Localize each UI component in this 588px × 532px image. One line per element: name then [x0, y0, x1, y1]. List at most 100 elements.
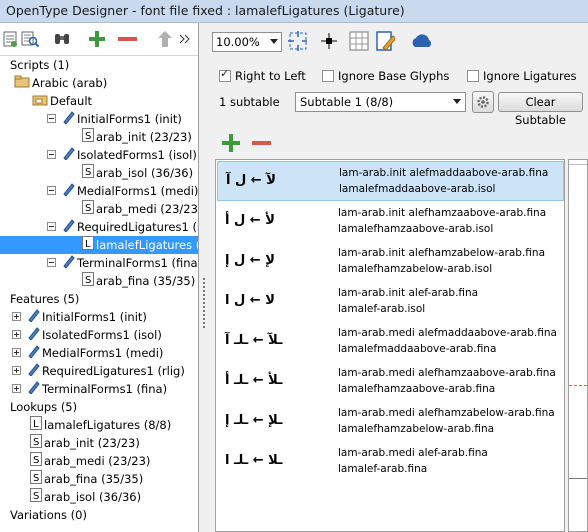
editor-toolbar: 10.00%: [199, 23, 588, 61]
tree-node-feature[interactable]: MedialForms1 (medi): [47, 182, 198, 200]
single-lookup-icon: S: [30, 488, 42, 507]
language-folder-icon: [32, 92, 48, 111]
ligature-lookup-icon: L: [30, 416, 42, 435]
chevron-down-icon: [453, 99, 461, 104]
tree-node-lookup[interactable]: Sarab_init (23/23): [82, 128, 192, 146]
tree-node-features[interactable]: Features (5): [0, 290, 79, 308]
expand-toggle[interactable]: [12, 330, 21, 339]
tree-node-variations[interactable]: Variations (0): [0, 506, 87, 524]
preview-icon[interactable]: [0, 29, 20, 49]
list-item[interactable]: ـلا ← ـلـ ا lam-arab.medi alef-arab.fina…: [217, 442, 564, 482]
tree-node-lookup[interactable]: Sarab_fina (35/35): [30, 470, 143, 488]
inspect-icon[interactable]: [20, 29, 40, 49]
grid-view-icon[interactable]: [349, 31, 369, 51]
tree-node-feature[interactable]: IsolatedForms1 (isol): [47, 146, 197, 164]
list-item[interactable]: ـلأ ← ـلـ أ lam-arab.medi alefhamzaabove…: [217, 362, 564, 402]
clear-subtable-button[interactable]: Clear Subtable: [498, 92, 583, 127]
tree-node-feature[interactable]: RequiredLigatures1 (r: [47, 218, 198, 236]
remove-icon[interactable]: [117, 29, 137, 49]
single-lookup-icon: S: [82, 128, 94, 147]
tree-node-feature[interactable]: TerminalForms1 (fina): [12, 380, 167, 398]
tree-node-lookup[interactable]: Sarab_fina (35/35): [82, 272, 195, 290]
rule-output-glyph: lamalef-arab.isol: [338, 303, 426, 315]
fit-view-icon[interactable]: [287, 31, 307, 51]
collapse-toggle[interactable]: [47, 258, 56, 267]
tree-node-lookup[interactable]: Sarab_init (23/23): [30, 434, 140, 452]
edit-document-icon[interactable]: [375, 31, 395, 51]
rule-output-glyph: lamalef-arab.fina: [338, 463, 428, 475]
tree-node-lookup[interactable]: Sarab_isol (36/36): [82, 164, 193, 182]
rule-output-glyph: lamalefmaddaabove-arab.fina: [338, 343, 497, 355]
checkbox-box[interactable]: [322, 70, 334, 82]
subtable-select[interactable]: Subtable 1 (8/8): [295, 92, 466, 112]
single-lookup-icon: S: [30, 434, 42, 453]
expand-toggle[interactable]: [12, 384, 21, 393]
expand-toggle[interactable]: [12, 366, 21, 375]
tree-node-lookup-selected[interactable]: LlamalefLigatures (: [0, 236, 198, 254]
right-to-left-checkbox[interactable]: Right to Left: [219, 67, 306, 84]
rule-output-glyph: lamalefhamzaabove-arab.isol: [338, 223, 494, 235]
collapse-toggle[interactable]: [47, 150, 56, 159]
more-chevron-icon[interactable]: [178, 29, 192, 49]
tree-node-lookup[interactable]: Sarab_medi (23/23): [82, 200, 198, 218]
svg-text:S: S: [85, 203, 91, 214]
list-item[interactable]: لآ ← ل آ lam-arab.init alefmaddaabove-ar…: [217, 161, 564, 201]
feature-icon: [26, 380, 40, 399]
tree-node-feature[interactable]: InitialForms1 (init): [12, 308, 147, 326]
binoculars-icon[interactable]: [52, 29, 72, 49]
tree-node-scripts[interactable]: Scripts (1): [0, 56, 69, 74]
collapse-toggle[interactable]: [47, 114, 56, 123]
script-icon: [14, 74, 30, 93]
single-lookup-icon: S: [30, 470, 42, 489]
window-title: OpenType Designer - font file fixed : la…: [6, 3, 405, 18]
expand-toggle[interactable]: [12, 348, 21, 357]
checkbox-box[interactable]: [467, 70, 479, 82]
tree-node-feature[interactable]: TerminalForms1 (fina: [47, 254, 198, 272]
ligature-glyph-preview: ـلا ← ـلـ ا: [225, 453, 283, 468]
cloud-icon[interactable]: [409, 31, 435, 51]
tree-node-feature[interactable]: RequiredLigatures1 (rlig): [12, 362, 185, 380]
chevron-down-icon: [270, 39, 278, 44]
tree-node-lookups[interactable]: Lookups (5): [0, 398, 77, 416]
crosshair-icon[interactable]: [319, 31, 339, 51]
list-item[interactable]: ـلإ ← ـلـ إ lam-arab.medi alefhamzabelow…: [217, 402, 564, 442]
ligature-glyph-preview: لإ ← ل إ: [225, 253, 275, 268]
ligature-glyph-preview: ـلأ ← ـلـ أ: [225, 373, 283, 388]
feature-icon: [61, 182, 75, 201]
rule-output-glyph: lamalefhamzabelow-arab.isol: [338, 263, 493, 275]
list-item[interactable]: لإ ← ل إ lam-arab.init alefhamzabelow-ar…: [217, 242, 564, 282]
add-rule-icon[interactable]: [221, 133, 241, 153]
rule-input-glyphs: lam-arab.init alefhamzabelow-arab.fina: [338, 247, 546, 259]
subtable-count: 1 subtable: [219, 95, 280, 109]
tree-node-lookup[interactable]: Sarab_isol (36/36): [30, 488, 141, 506]
subtable-settings-button[interactable]: [472, 91, 494, 113]
ignore-base-glyphs-checkbox[interactable]: Ignore Base Glyphs: [322, 68, 449, 84]
remove-rule-icon[interactable]: [251, 133, 271, 153]
add-icon[interactable]: [87, 29, 107, 49]
tree-node-lookup[interactable]: LlamalefLigatures (8/8): [30, 416, 171, 434]
tree-node-lookup[interactable]: Sarab_medi (23/23): [30, 452, 150, 470]
tree-node-arabic[interactable]: Arabic (arab): [14, 74, 107, 92]
rule-input-glyphs: lam-arab.init alef-arab.fina: [338, 287, 479, 299]
tree-node-feature[interactable]: MedialForms1 (medi): [12, 344, 163, 362]
collapse-toggle[interactable]: [47, 186, 56, 195]
tree-node-feature[interactable]: InitialForms1 (init): [47, 110, 182, 128]
single-lookup-icon: S: [82, 272, 94, 291]
rule-input-glyphs: lam-arab.medi alef-arab.fina: [338, 447, 488, 459]
splitter-handle[interactable]: [203, 278, 207, 328]
svg-text:S: S: [85, 167, 91, 178]
tree-node-default[interactable]: Default: [32, 92, 92, 110]
expand-toggle[interactable]: [12, 312, 21, 321]
zoom-select[interactable]: 10.00%: [212, 32, 282, 52]
move-up-icon[interactable]: [155, 29, 175, 49]
list-item[interactable]: لأ ← ل أ lam-arab.init alefhamzaabove-ar…: [217, 202, 564, 242]
tree-node-feature[interactable]: IsolatedForms1 (isol): [12, 326, 162, 344]
feature-icon: [26, 308, 40, 327]
ignore-ligatures-checkbox[interactable]: Ignore Ligatures: [467, 68, 577, 84]
checkbox-box[interactable]: [219, 67, 231, 82]
rule-input-glyphs: lam-arab.medi alefmaddaabove-arab.fina: [338, 327, 557, 339]
glyph-preview-panel[interactable]: [568, 159, 588, 532]
list-item[interactable]: ـلآ ← ـلـ آ lam-arab.medi alefmaddaabove…: [217, 322, 564, 362]
list-item[interactable]: لا ← ل ا lam-arab.init alef-arab.fina la…: [217, 282, 564, 322]
collapse-toggle[interactable]: [47, 222, 56, 231]
